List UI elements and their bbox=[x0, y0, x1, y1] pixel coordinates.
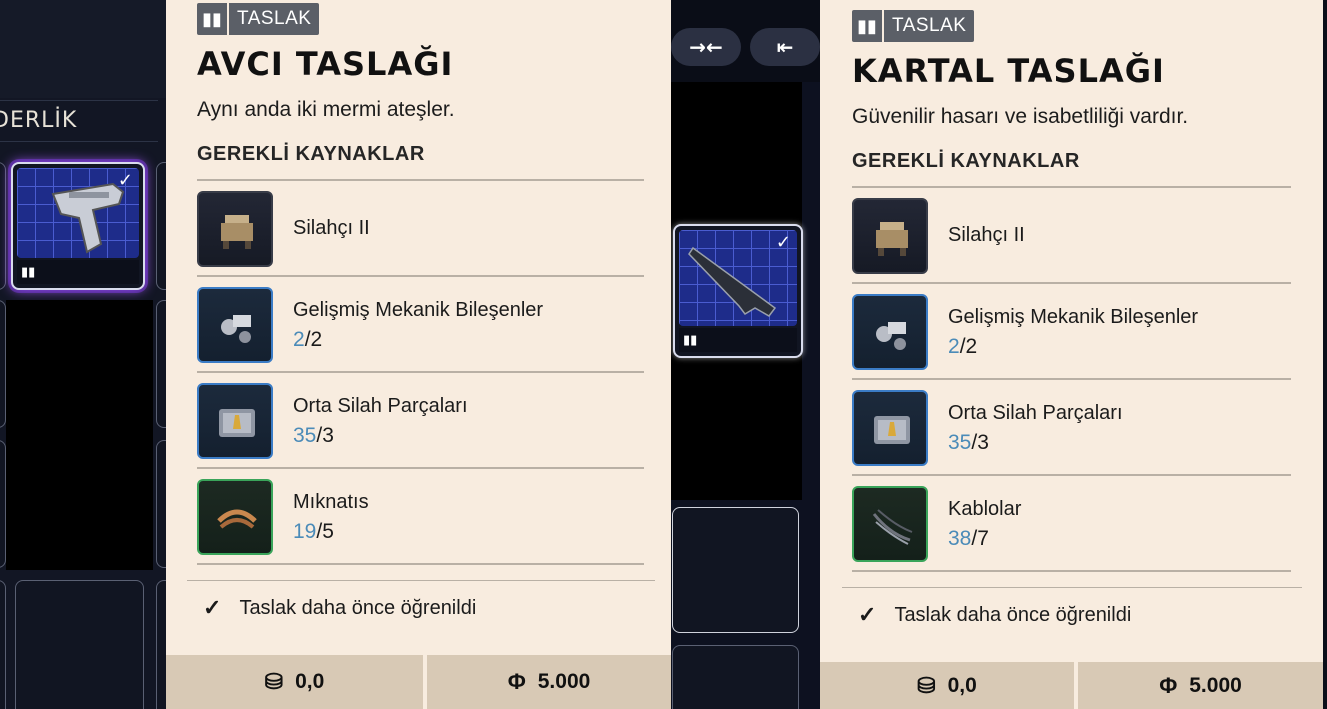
panel-footer: ⛁ 0,0 Φ 5.000 bbox=[820, 662, 1323, 709]
resource-name: Silahçı II bbox=[293, 217, 370, 239]
inventory-left: DERLİK ▮▮ ✓ bbox=[0, 0, 186, 709]
resource-count: 35/3 bbox=[293, 424, 334, 447]
middle-toolbar: →← ⇤ bbox=[671, 0, 820, 82]
blueprint-panel-avci: ▮▮ TASLAK AVCI TASLAĞI Aynı anda iki mer… bbox=[166, 0, 671, 709]
resource-count: 38/7 bbox=[948, 527, 989, 550]
resource-name: Gelişmiş Mekanik Bileşenler bbox=[293, 299, 544, 321]
currency-icon: Φ bbox=[507, 669, 526, 694]
section-title: DERLİK bbox=[0, 100, 158, 142]
weight-icon: ⛁ bbox=[917, 672, 936, 698]
panel-footer: ⛁ 0,0 Φ 5.000 bbox=[166, 655, 671, 709]
resource-name: Kablolar bbox=[948, 498, 1022, 520]
cables-icon bbox=[852, 486, 928, 562]
inventory-middle: →← ⇤ ▮▮ ✓ bbox=[671, 0, 820, 709]
weapon-case-icon bbox=[852, 390, 928, 466]
collapse-button[interactable]: →← bbox=[671, 28, 741, 66]
blueprint-title: KARTAL TASLAĞI bbox=[852, 52, 1165, 90]
learned-status: ✓ Taslak daha önce öğrenildi bbox=[858, 602, 1132, 627]
blueprint-panel-kartal: ▮▮ TASLAK KARTAL TASLAĞI Güvenilir hasar… bbox=[820, 0, 1323, 709]
price-cell: Φ 5.000 bbox=[427, 655, 671, 709]
resource-row: Gelişmiş Mekanik Bileşenler 2/2 bbox=[197, 277, 644, 373]
blueprint-slot-rifle[interactable]: ▮▮ ✓ bbox=[673, 224, 803, 358]
resource-count: 19/5 bbox=[293, 520, 334, 543]
empty-area bbox=[6, 300, 153, 570]
inventory-slot[interactable] bbox=[672, 645, 799, 709]
blueprint-badge: ▮▮ TASLAK bbox=[197, 3, 320, 35]
check-icon: ✓ bbox=[203, 595, 222, 620]
merge-button[interactable]: ⇤ bbox=[750, 28, 820, 66]
blueprint-badge: ▮▮ TASLAK bbox=[852, 10, 975, 42]
requirements-title: GEREKLİ KAYNAKLAR bbox=[197, 143, 425, 165]
weapon-case-icon bbox=[197, 383, 273, 459]
mechanical-parts-icon bbox=[852, 294, 928, 370]
inventory-slot[interactable] bbox=[0, 162, 6, 290]
inventory-slot[interactable] bbox=[0, 300, 6, 428]
weight-icon: ⛁ bbox=[264, 669, 284, 694]
blueprint-slot-selected[interactable]: ▮▮ ✓ bbox=[11, 162, 145, 290]
inventory-slot[interactable] bbox=[672, 507, 799, 633]
book-icon: ▮▮ bbox=[683, 333, 698, 348]
price-cell: Φ 5.000 bbox=[1078, 662, 1323, 709]
resource-row: Silahçı II bbox=[197, 181, 644, 277]
weight-cell: ⛁ 0,0 bbox=[166, 655, 423, 709]
resource-row: Silahçı II bbox=[852, 188, 1291, 284]
check-icon: ✓ bbox=[117, 170, 133, 191]
book-icon: ▮▮ bbox=[197, 3, 229, 35]
resource-row: Orta Silah Parçaları 35/3 bbox=[852, 380, 1291, 476]
workbench-icon bbox=[197, 191, 273, 267]
magnet-icon bbox=[197, 479, 273, 555]
divider bbox=[842, 587, 1302, 588]
learned-status: ✓ Taslak daha önce öğrenildi bbox=[203, 595, 477, 620]
inventory-slot[interactable] bbox=[0, 440, 6, 568]
resource-row: Mıknatıs 19/5 bbox=[197, 469, 644, 565]
resource-count: 35/3 bbox=[948, 431, 989, 454]
resource-count: 2/2 bbox=[948, 335, 978, 358]
resource-count: 2/2 bbox=[293, 328, 323, 351]
resource-row: Kablolar 38/7 bbox=[852, 476, 1291, 572]
workbench-icon bbox=[852, 198, 928, 274]
weight-cell: ⛁ 0,0 bbox=[820, 662, 1074, 709]
blueprint-title: AVCI TASLAĞI bbox=[197, 45, 454, 83]
divider bbox=[187, 580, 655, 581]
resource-name: Silahçı II bbox=[948, 224, 1025, 246]
requirements-title: GEREKLİ KAYNAKLAR bbox=[852, 150, 1080, 172]
mechanical-parts-icon bbox=[197, 287, 273, 363]
blueprint-description: Aynı anda iki mermi ateşler. bbox=[197, 98, 455, 121]
inventory-topbar bbox=[0, 0, 166, 98]
book-icon: ▮▮ bbox=[852, 10, 884, 42]
resource-name: Orta Silah Parçaları bbox=[293, 395, 468, 417]
inventory-slot[interactable] bbox=[0, 580, 6, 709]
resource-name: Gelişmiş Mekanik Bileşenler bbox=[948, 306, 1199, 328]
resource-row: Orta Silah Parçaları 35/3 bbox=[197, 373, 644, 469]
check-icon: ✓ bbox=[858, 602, 877, 627]
inventory-slot[interactable] bbox=[15, 580, 144, 709]
check-icon: ✓ bbox=[775, 232, 791, 253]
blueprint-description: Güvenilir hasarı ve isabetliliği vardır. bbox=[852, 105, 1189, 128]
resource-row: Gelişmiş Mekanik Bileşenler 2/2 bbox=[852, 284, 1291, 380]
resource-name: Orta Silah Parçaları bbox=[948, 402, 1123, 424]
currency-icon: Φ bbox=[1159, 672, 1178, 698]
book-icon: ▮▮ bbox=[21, 265, 36, 280]
resource-name: Mıknatıs bbox=[293, 491, 369, 513]
